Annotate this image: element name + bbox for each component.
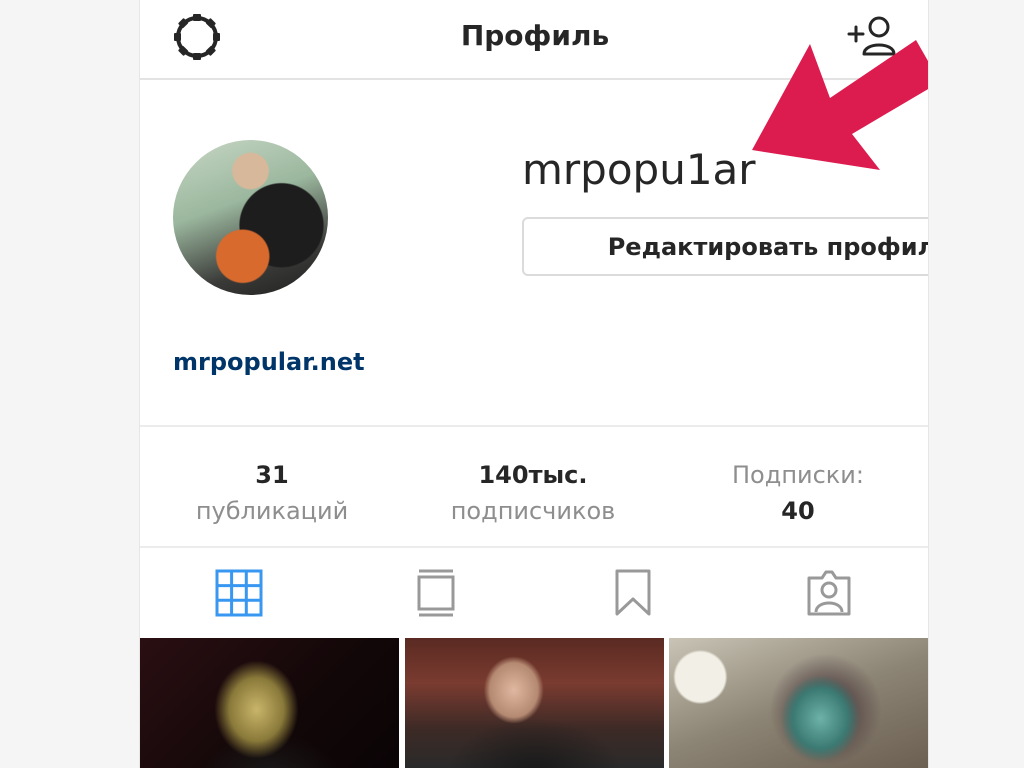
post-thumbnail[interactable] [405,638,664,768]
stat-followers[interactable]: 140тыс. подписчиков [433,457,633,529]
stat-posts-value: 31 [255,461,289,489]
bookmark-icon [615,569,651,616]
photo-grid [140,638,928,768]
grid-icon [215,569,263,617]
profile-username: mrpopu1ar [522,145,756,194]
stat-followers-value: 140тыс. [478,461,588,489]
stat-following[interactable]: Подписки: 40 [700,457,896,529]
add-user-button[interactable] [846,12,898,60]
page-title: Профиль [460,19,610,52]
tab-tagged[interactable] [804,568,854,618]
profile-website-link[interactable]: mrpopular.net [173,348,365,376]
tagged-person-icon [807,570,851,616]
profile-stats: 31 публикаций 140тыс. подписчиков Подпис… [140,425,928,548]
add-user-icon [847,16,896,56]
edit-profile-button[interactable]: Редактировать профиль [522,217,928,276]
tab-saved[interactable] [608,568,658,618]
post-thumbnail[interactable] [140,638,399,768]
top-bar: Профиль [140,0,928,80]
tab-feed[interactable] [411,568,461,618]
stat-followers-label: подписчиков [450,497,616,525]
stat-posts: 31 публикаций [172,457,372,529]
profile-avatar[interactable] [173,140,328,295]
feed-icon [417,569,455,617]
stat-posts-label: публикаций [195,497,349,525]
profile-tabs [140,550,928,638]
tab-grid[interactable] [214,568,264,618]
stat-following-value: 40 [781,497,815,525]
stat-following-label: Подписки: [732,461,864,489]
profile-screen: Профиль mrpopu1ar Редактировать профиль … [139,0,929,768]
post-thumbnail[interactable] [669,638,928,768]
